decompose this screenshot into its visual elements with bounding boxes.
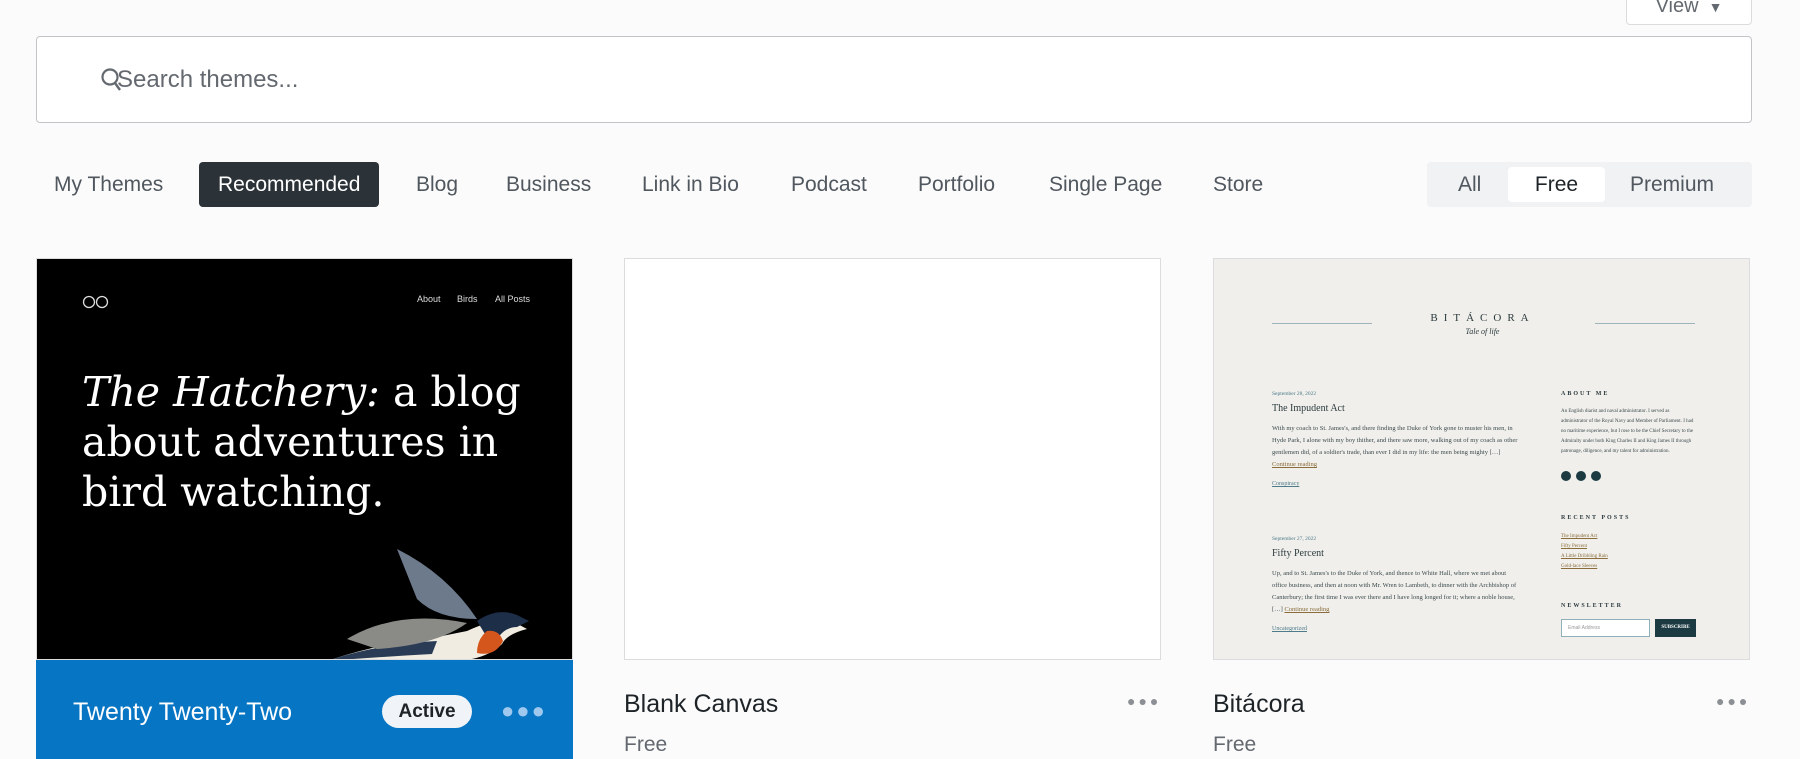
divider (1595, 323, 1695, 324)
more-options-icon[interactable]: ●●● (501, 698, 547, 724)
recent-heading: RECENT POSTS (1561, 515, 1631, 521)
post-date: September 28, 2022 (1272, 391, 1317, 397)
preview-nav-all-posts: All Posts (495, 294, 531, 304)
post-category: Uncategorized (1272, 626, 1307, 632)
search-input[interactable] (117, 37, 1617, 122)
preview-tagline: Tale of life (1465, 327, 1500, 336)
theme-price: Free (1213, 733, 1257, 756)
view-label: View (1655, 0, 1699, 17)
active-badge: Active (382, 695, 472, 728)
recent-posts: The Impudent Act Fifty Percent A Little Dr… (1561, 534, 1608, 569)
preview-nav-birds: Birds (457, 294, 478, 304)
post-excerpt: Up, and to St. James's to the Duke of Yo… (1272, 570, 1517, 613)
tab-recommended[interactable]: Recommended (199, 162, 380, 207)
subscribe-button: SUBSCRIBE (1655, 619, 1696, 637)
theme-preview-bitacora[interactable]: BITÁCORA Tale of life September 28, 2022… (1213, 258, 1750, 660)
post-date: September 27, 2022 (1272, 536, 1317, 542)
tab-portfolio[interactable]: Portfolio (899, 162, 1014, 207)
tab-business[interactable]: Business (487, 162, 610, 207)
theme-preview-twenty-twenty-two[interactable]: About Birds All Posts The Hatchery: a bl… (36, 258, 573, 660)
theme-name: Twenty Twenty-Two (73, 698, 293, 726)
caret-down-icon: ▼ (1708, 0, 1723, 15)
active-theme-bar: Twenty Twenty-Two Active ●●● (36, 660, 573, 759)
preview-headline: The Hatchery: a blog about adventures in… (82, 368, 521, 516)
tab-link-in-bio[interactable]: Link in Bio (623, 162, 758, 207)
tab-podcast[interactable]: Podcast (772, 162, 886, 207)
more-options-icon[interactable]: ●●● (1127, 693, 1161, 709)
pinterest-icon[interactable] (1576, 471, 1586, 481)
newsletter-heading: NEWSLETTER (1561, 603, 1624, 609)
about-heading: ABOUT ME (1561, 391, 1610, 397)
divider (1272, 323, 1372, 324)
logo-icon (82, 295, 109, 309)
tab-my-themes[interactable]: My Themes (35, 162, 182, 207)
tumblr-icon[interactable] (1561, 471, 1571, 481)
theme-preview-blank-canvas[interactable] (624, 258, 1161, 660)
instagram-icon[interactable] (1591, 471, 1601, 481)
view-dropdown-button[interactable]: View ▼ (1626, 0, 1752, 25)
post-title: The Impudent Act (1272, 403, 1345, 414)
theme-price: Free (624, 733, 668, 756)
bird-illustration (333, 549, 529, 659)
filter-free[interactable]: Free (1508, 167, 1605, 202)
filter-all[interactable]: All (1442, 167, 1497, 202)
pricing-filter: All Free Premium (1427, 162, 1752, 207)
email-field: Email Address (1561, 619, 1650, 637)
tab-single-page[interactable]: Single Page (1030, 162, 1181, 207)
about-text: An English diarist and naval administrat… (1561, 409, 1694, 454)
post-excerpt: With my coach to St. James's, and there … (1272, 425, 1518, 468)
theme-name: Bitácora (1213, 690, 1305, 718)
tab-blog[interactable]: Blog (397, 162, 477, 207)
search-bar (36, 36, 1752, 123)
tab-store[interactable]: Store (1194, 162, 1282, 207)
theme-name: Blank Canvas (624, 690, 779, 718)
post-title: Fifty Percent (1272, 548, 1324, 559)
preview-nav-about: About (417, 294, 441, 304)
social-icons (1561, 471, 1601, 481)
filter-premium[interactable]: Premium (1614, 167, 1730, 202)
post-category: Conspiracy (1272, 481, 1300, 487)
more-options-icon[interactable]: ●●● (1716, 693, 1750, 709)
